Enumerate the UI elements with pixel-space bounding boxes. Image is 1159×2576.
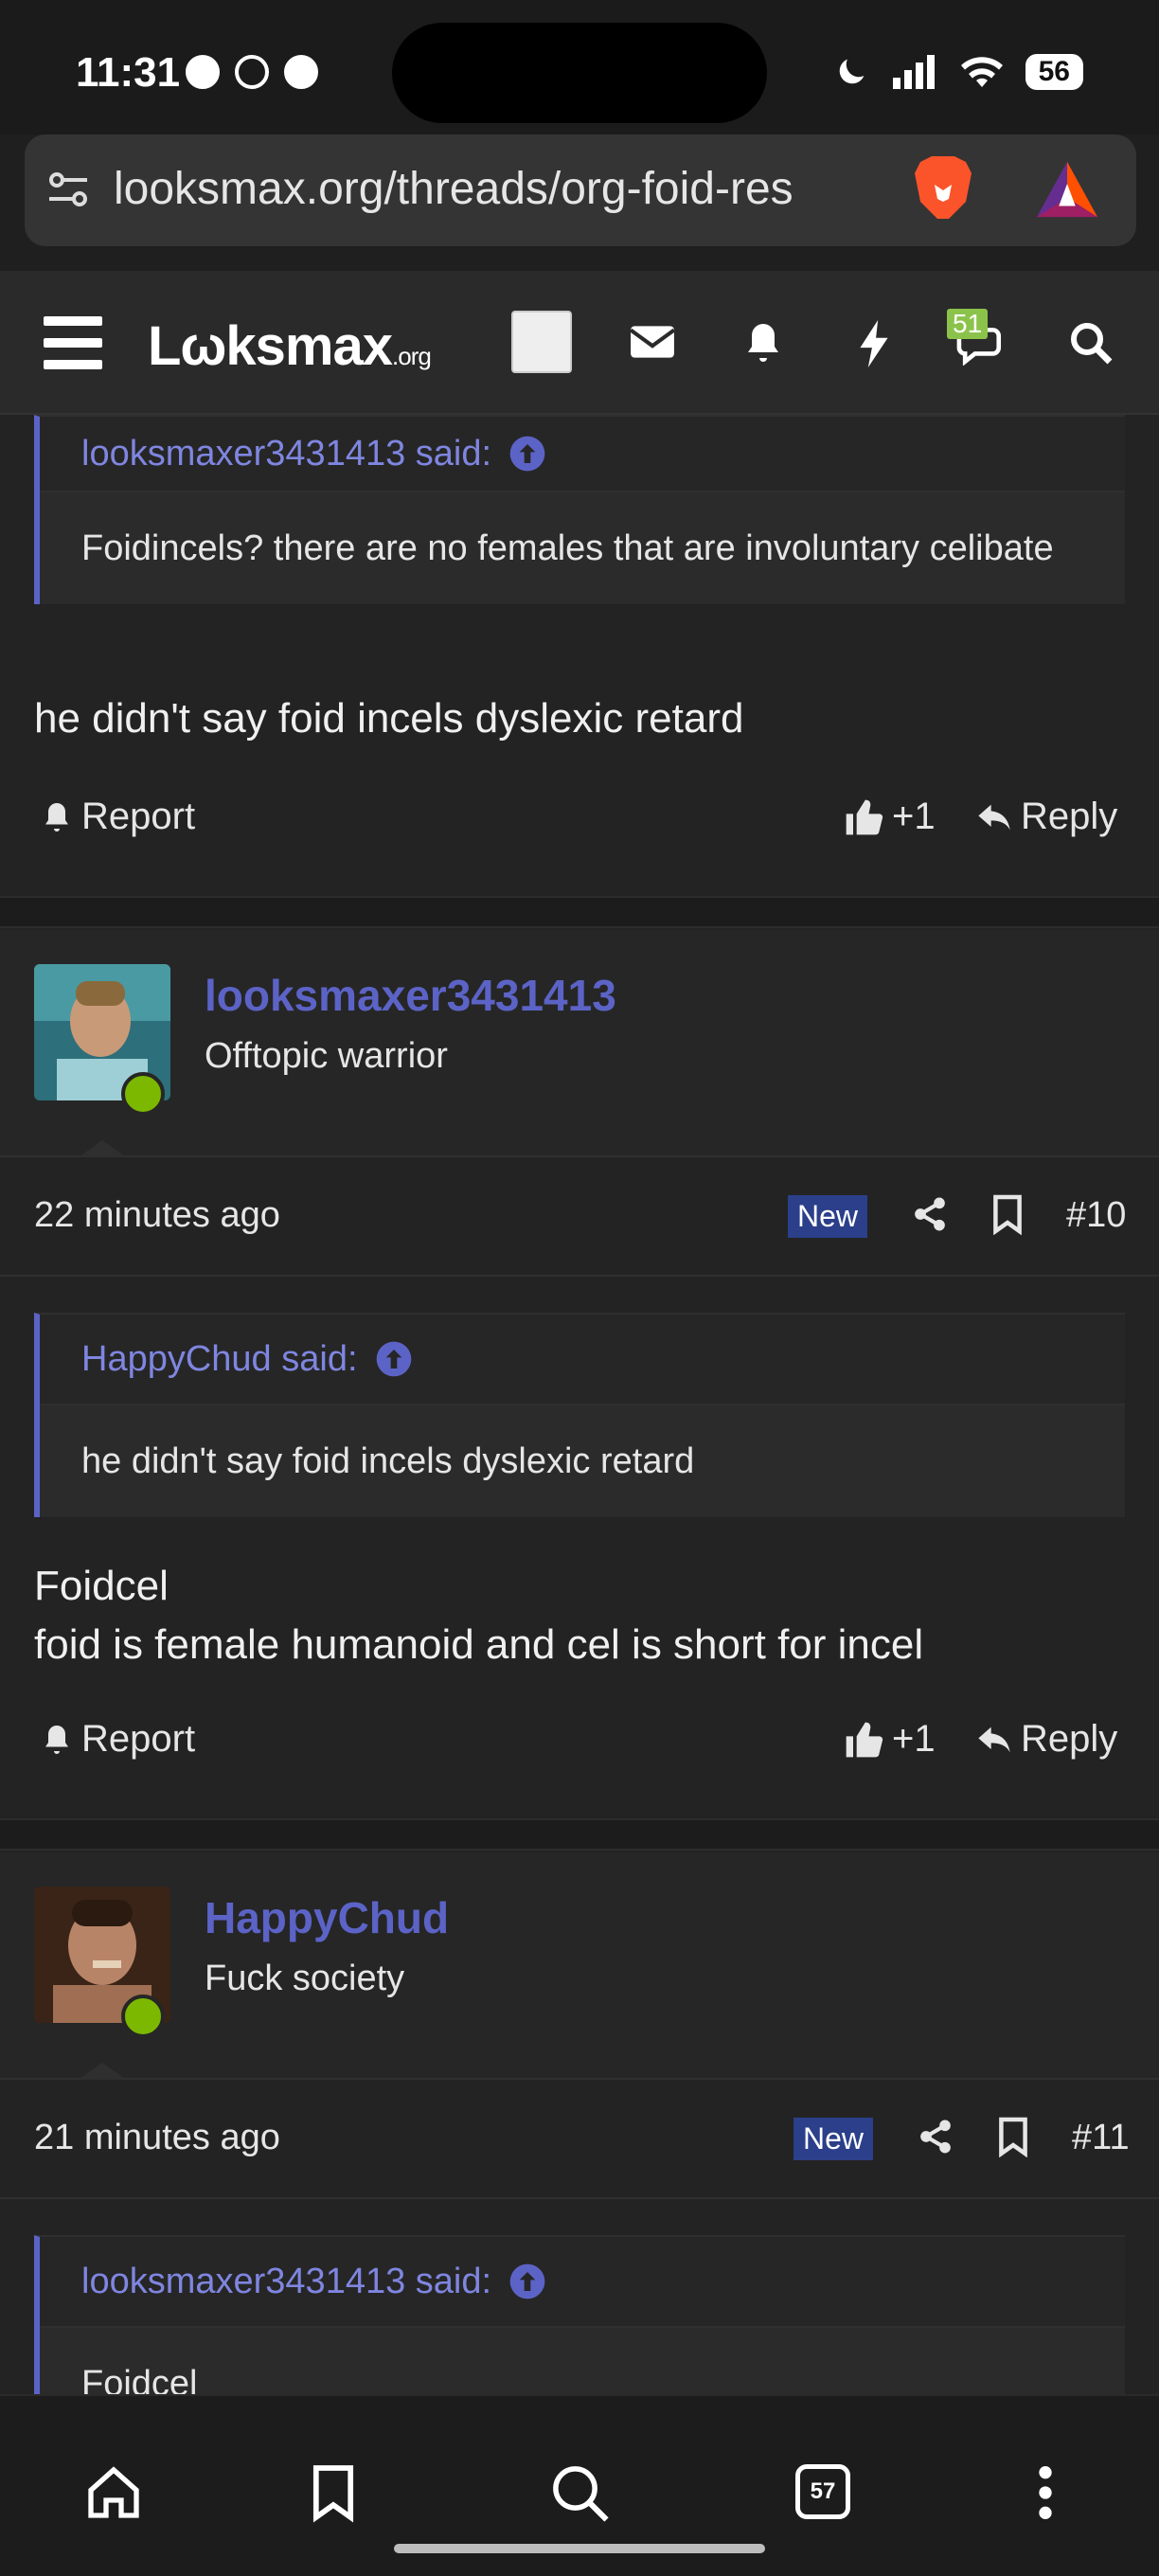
status-bar: 11:31 56: [0, 0, 1159, 134]
like-button[interactable]: +1: [843, 796, 936, 838]
quote-block: HappyChud said: he didn't say foid incel…: [34, 1313, 1125, 1517]
quote-text: Foidincels? there are no females that ar…: [40, 491, 1125, 604]
bookmark-icon[interactable]: [309, 2462, 358, 2523]
post-user-block: HappyChud Fuck society: [0, 1852, 1159, 2082]
wifi-icon: [960, 57, 1003, 87]
thumbs-up-icon: [846, 1722, 883, 1757]
site-navigation: Lωksmax.org 51: [0, 271, 1159, 415]
report-button[interactable]: Report: [40, 1718, 195, 1761]
thumbs-up-icon: [846, 799, 883, 834]
thread-content: looksmaxer3431413 said: Foidincels? ther…: [0, 415, 1159, 2394]
caret: [76, 1140, 129, 1159]
brave-shields-icon[interactable]: [909, 153, 977, 227]
quote-text: Foidcel: [40, 2326, 1125, 2394]
more-menu-icon[interactable]: [1028, 2462, 1062, 2523]
share-icon[interactable]: [911, 1193, 949, 1235]
search-icon[interactable]: [549, 2462, 612, 2525]
quote-block: looksmaxer3431413 said: Foidincels? ther…: [34, 415, 1125, 604]
post-meta: 22 minutes ago New #10: [0, 1157, 1159, 1277]
menu-icon[interactable]: [44, 316, 102, 369]
bell-icon[interactable]: [740, 320, 786, 366]
whatsapp-icon: [235, 55, 269, 89]
brave-rewards-icon[interactable]: [1034, 159, 1100, 220]
message-line: Foidcel: [34, 1563, 169, 1609]
jump-to-quote-icon[interactable]: [375, 1340, 413, 1378]
quote-author[interactable]: HappyChud said:: [81, 1339, 358, 1380]
user-title: Offtopic warrior: [205, 1036, 448, 1076]
site-logo[interactable]: Lωksmax.org: [148, 314, 432, 378]
search-icon[interactable]: [1068, 320, 1114, 366]
jump-to-quote-icon[interactable]: [508, 2263, 546, 2300]
message-actions: Report +1 Reply: [0, 796, 1159, 871]
jump-to-quote-icon[interactable]: [508, 435, 546, 473]
url-text[interactable]: looksmax.org/threads/org-foid-res: [114, 163, 907, 215]
inbox-icon[interactable]: [629, 320, 676, 364]
reply-icon: [978, 1726, 1010, 1752]
quote-author[interactable]: looksmaxer3431413 said:: [81, 434, 491, 474]
new-badge: New: [788, 1195, 868, 1238]
new-badge: New: [793, 2118, 874, 2160]
camera-cutout: [392, 23, 767, 123]
report-button[interactable]: Report: [40, 796, 195, 838]
bookmark-icon[interactable]: [990, 1193, 1025, 1235]
message-actions: Report +1 Reply: [0, 1718, 1159, 1794]
home-indicator[interactable]: [394, 2544, 765, 2553]
account-avatar[interactable]: [511, 311, 572, 373]
post-divider: [0, 896, 1159, 928]
post-number[interactable]: #10: [1066, 1195, 1126, 1236]
message-text: Foidcel foid is female humanoid and cel …: [34, 1557, 923, 1674]
bookmark-icon[interactable]: [996, 2116, 1030, 2157]
username[interactable]: HappyChud: [205, 1892, 449, 1943]
reply-icon: [978, 804, 1010, 830]
system-icons: 56: [832, 53, 1083, 91]
conversations-badge: 51: [947, 309, 989, 339]
post-time[interactable]: 22 minutes ago: [34, 1195, 280, 1236]
discord-icon: [186, 55, 220, 89]
share-icon[interactable]: [917, 2116, 954, 2157]
message-text: he didn't say foid incels dyslexic retar…: [34, 695, 744, 742]
post-number[interactable]: #11: [1072, 2118, 1130, 2158]
reply-button[interactable]: Reply: [975, 796, 1117, 838]
site-settings-icon[interactable]: [45, 167, 91, 212]
battery-indicator: 56: [1025, 54, 1083, 90]
messages-icon: [284, 55, 318, 89]
post-user-block: looksmaxer3431413 Offtopic warrior: [0, 930, 1159, 1159]
quote-text: he didn't say foid incels dyslexic retar…: [40, 1404, 1125, 1517]
bolt-icon[interactable]: [856, 320, 892, 367]
post-time[interactable]: 21 minutes ago: [34, 2118, 280, 2158]
bell-icon: [45, 802, 68, 832]
reply-button[interactable]: Reply: [975, 1718, 1117, 1761]
user-title: Fuck society: [205, 1959, 405, 1998]
message-line: foid is female humanoid and cel is short…: [34, 1621, 924, 1668]
signal-icon: [892, 55, 935, 89]
username[interactable]: looksmaxer3431413: [205, 970, 616, 1021]
moon-icon: [839, 59, 864, 84]
caret: [76, 2063, 129, 2082]
tabs-button[interactable]: 57: [795, 2464, 850, 2519]
quote-block: looksmaxer3431413 said: Foidcel: [34, 2235, 1125, 2394]
like-button[interactable]: +1: [843, 1718, 936, 1761]
online-indicator: [121, 1995, 165, 2038]
post-divider: [0, 1818, 1159, 1851]
bell-icon: [45, 1725, 68, 1754]
address-bar[interactable]: looksmax.org/threads/org-foid-res: [25, 134, 1136, 246]
home-icon[interactable]: [83, 2462, 144, 2523]
online-indicator: [121, 1072, 165, 1116]
status-time: 11:31: [76, 49, 181, 96]
post-meta: 21 minutes ago New #11: [0, 2080, 1159, 2199]
notification-icons: [186, 55, 318, 89]
quote-author[interactable]: looksmaxer3431413 said:: [81, 2262, 491, 2302]
